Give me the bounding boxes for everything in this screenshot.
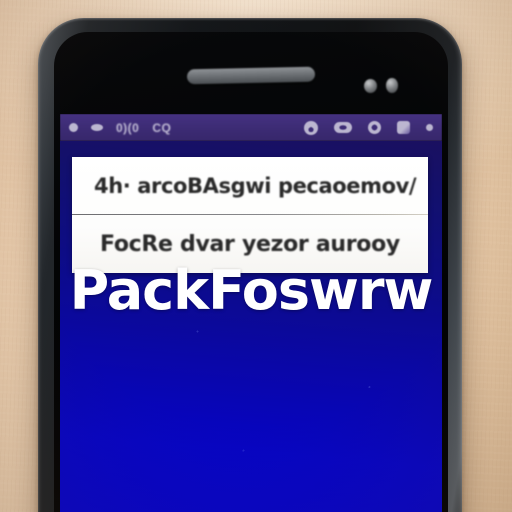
sensor-cluster (364, 78, 398, 93)
status-bar-right-group (304, 120, 433, 135)
smartphone-device: 0)(0 CQ 4h· arcoBAsgwi pecaoemov/ FocRe … (38, 18, 462, 512)
status-bar: 0)(0 CQ (60, 114, 442, 141)
app-headline: PackFoswrw (69, 259, 434, 322)
proximity-sensor-icon (364, 78, 377, 93)
card-primary-text: 4h· arcoBAsgwi pecaoemov/ (94, 174, 417, 198)
info-card[interactable]: 4h· arcoBAsgwi pecaoemov/ FocRe dvar yez… (72, 157, 428, 273)
oval-icon (91, 124, 103, 131)
status-left-text-2: CQ (152, 120, 172, 135)
dot-icon-small (426, 124, 433, 131)
card-secondary-text: FocRe dvar yezor aurooy (100, 232, 400, 257)
smiley-icon (304, 120, 318, 135)
front-camera-icon (386, 78, 398, 93)
square-icon (397, 121, 410, 134)
ring-icon (368, 121, 381, 134)
pill-icon (334, 122, 352, 133)
earpiece-speaker-icon (186, 66, 316, 85)
phone-screen: 0)(0 CQ 4h· arcoBAsgwi pecaoemov/ FocRe … (60, 114, 442, 512)
scene-photo: 0)(0 CQ 4h· arcoBAsgwi pecaoemov/ FocRe … (0, 0, 512, 512)
status-bar-left-group: 0)(0 CQ (69, 121, 171, 135)
dot-icon (69, 123, 78, 132)
phone-front-glass: 0)(0 CQ 4h· arcoBAsgwi pecaoemov/ FocRe … (54, 32, 448, 512)
status-left-text-1: 0)(0 (116, 120, 140, 135)
app-content-area: 4h· arcoBAsgwi pecaoemov/ FocRe dvar yez… (60, 141, 442, 512)
